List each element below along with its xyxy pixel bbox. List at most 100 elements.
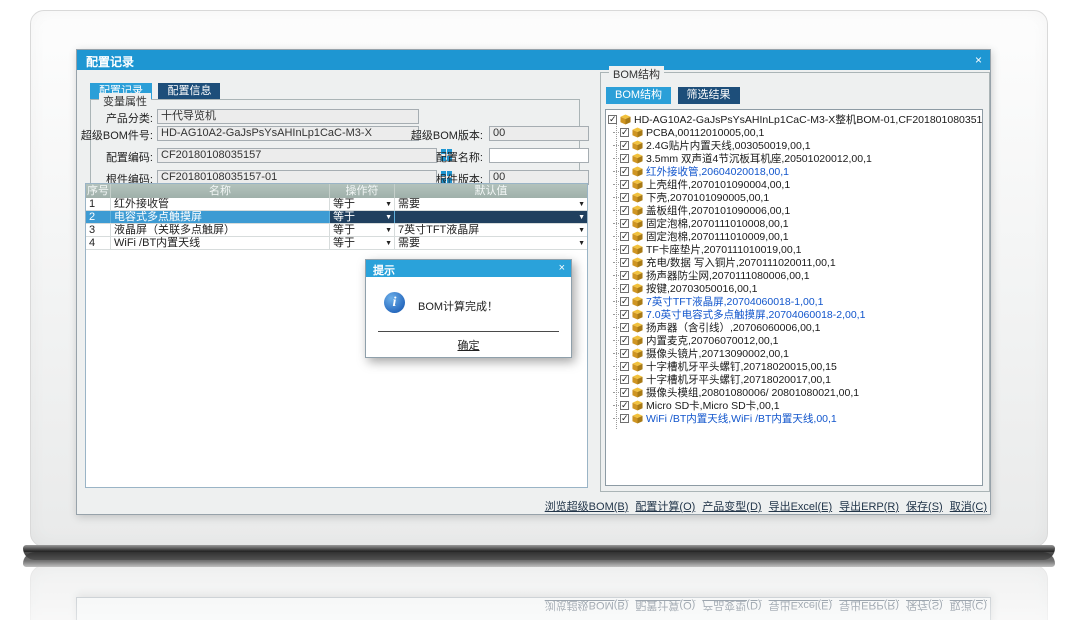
default-value-dropdown[interactable]: ▼ <box>395 211 587 223</box>
operator-dropdown[interactable]: 等于▼ <box>330 211 395 223</box>
super-bom-version-field[interactable]: 00 <box>489 126 589 141</box>
tree-item[interactable]: 上壳组件,2070101090004,00,1 <box>606 178 982 191</box>
tree-item[interactable]: 扬声器防尘网,2070111080006,00,1 <box>606 269 982 282</box>
tree-item-label[interactable]: Micro SD卡,Micro SD卡,00,1 <box>646 399 780 412</box>
checkbox-checked-icon[interactable] <box>620 375 629 384</box>
tree-item-label[interactable]: 盖板组件,2070101090006,00,1 <box>646 204 790 217</box>
chevron-down-icon[interactable]: ▼ <box>385 211 392 223</box>
tree-item[interactable]: 扬声器（含引线）,20706060006,00,1 <box>606 321 982 334</box>
tree-item[interactable]: HD-AG10A2-GaJsPsYsAHInLp1CaC-M3-X整机BOM-0… <box>606 113 982 126</box>
tree-item-label[interactable]: 按键,20703050016,00,1 <box>646 282 758 295</box>
footer-link[interactable]: 产品变型(D) <box>702 501 761 513</box>
tree-item-label[interactable]: 内置麦克,20706070012,00,1 <box>646 334 779 347</box>
tree-item[interactable]: 红外接收管,20604020018,00,1 <box>606 165 982 178</box>
checkbox-checked-icon[interactable] <box>620 206 629 215</box>
checkbox-checked-icon[interactable] <box>620 154 629 163</box>
tree-item[interactable]: 盖板组件,2070101090006,00,1 <box>606 204 982 217</box>
checkbox-checked-icon[interactable] <box>620 310 629 319</box>
chevron-down-icon[interactable]: ▼ <box>578 198 585 210</box>
checkbox-checked-icon[interactable] <box>620 323 629 332</box>
window-close-icon[interactable]: × <box>975 53 982 67</box>
tree-item-label[interactable]: 固定泡棉,2070111010008,00,1 <box>646 217 789 230</box>
checkbox-checked-icon[interactable] <box>620 232 629 241</box>
footer-link[interactable]: 取消(C) <box>950 501 987 513</box>
table-row[interactable]: 3 液晶屏（关联多点触屏） 等于▼ 7英寸TFT液晶屏▼ <box>86 224 587 237</box>
tree-item-label[interactable]: WiFi /BT内置天线,WiFi /BT内置天线,00,1 <box>646 412 837 425</box>
tree-item[interactable]: 固定泡棉,2070111010009,00,1 <box>606 230 982 243</box>
super-bom-field[interactable]: HD-AG10A2-GaJsPsYsAHInLp1CaC-M3-X <box>157 126 419 141</box>
tree-item-label[interactable]: 3.5mm 双声道4节沉板耳机座,20501020012,00,1 <box>646 152 872 165</box>
table-row[interactable]: 4 WiFi /BT内置天线 等于▼ 需要▼ <box>86 237 587 250</box>
checkbox-checked-icon[interactable] <box>620 297 629 306</box>
checkbox-checked-icon[interactable] <box>620 284 629 293</box>
tab-filter-result[interactable]: 筛选结果 <box>678 87 740 104</box>
checkbox-checked-icon[interactable] <box>620 245 629 254</box>
tree-item[interactable]: 摄像头模组,20801080006/ 20801080021,00,1 <box>606 386 982 399</box>
tree-item[interactable]: WiFi /BT内置天线,WiFi /BT内置天线,00,1 <box>606 412 982 425</box>
tree-item[interactable]: PCBA,00112010005,00,1 <box>606 126 982 139</box>
tree-item-label[interactable]: 下壳,2070101090005,00,1 <box>646 191 769 204</box>
chevron-down-icon[interactable]: ▼ <box>578 224 585 236</box>
tree-item[interactable]: 内置麦克,20706070012,00,1 <box>606 334 982 347</box>
tree-item-label[interactable]: 十字槽机牙平头螺钉,20718020017,00,1 <box>646 373 831 386</box>
tree-item[interactable]: 按键,20703050016,00,1 <box>606 282 982 295</box>
footer-link[interactable]: 浏览超级BOM(B) <box>545 501 629 513</box>
tree-item-label[interactable]: HD-AG10A2-GaJsPsYsAHInLp1CaC-M3-X整机BOM-0… <box>634 113 982 126</box>
checkbox-checked-icon[interactable] <box>620 401 629 410</box>
footer-link[interactable]: 保存(S) <box>906 501 943 513</box>
tree-item-label[interactable]: 扬声器（含引线）,20706060006,00,1 <box>646 321 821 334</box>
checkbox-checked-icon[interactable] <box>620 336 629 345</box>
checkbox-checked-icon[interactable] <box>608 115 617 124</box>
checkbox-checked-icon[interactable] <box>620 128 629 137</box>
chevron-down-icon[interactable]: ▼ <box>385 237 392 249</box>
chevron-down-icon[interactable]: ▼ <box>578 237 585 249</box>
ok-button[interactable]: 确定 <box>366 337 571 353</box>
tree-item-label[interactable]: 摄像头模组,20801080006/ 20801080021,00,1 <box>646 386 859 399</box>
tree-item-label[interactable]: 上壳组件,2070101090004,00,1 <box>646 178 790 191</box>
tree-item[interactable]: 下壳,2070101090005,00,1 <box>606 191 982 204</box>
checkbox-checked-icon[interactable] <box>620 193 629 202</box>
tree-item-label[interactable]: 2.4G贴片内置天线,003050019,00,1 <box>646 139 811 152</box>
config-name-input[interactable] <box>489 148 589 163</box>
tree-item-label[interactable]: 充电/数据 写入铜片,2070111020011,00,1 <box>646 256 836 269</box>
operator-dropdown[interactable]: 等于▼ <box>330 198 395 210</box>
chevron-down-icon[interactable]: ▼ <box>385 224 392 236</box>
tree-item[interactable]: 3.5mm 双声道4节沉板耳机座,20501020012,00,1 <box>606 152 982 165</box>
tree-item-label[interactable]: 扬声器防尘网,2070111080006,00,1 <box>646 269 810 282</box>
tree-item[interactable]: 2.4G贴片内置天线,003050019,00,1 <box>606 139 982 152</box>
default-value-dropdown[interactable]: 7英寸TFT液晶屏▼ <box>395 224 587 236</box>
table-row[interactable]: 1 红外接收管 等于▼ 需要▼ <box>86 198 587 211</box>
tree-item-label[interactable]: 7.0英寸电容式多点触摸屏,20704060018-2,00,1 <box>646 308 865 321</box>
tree-item[interactable]: 7.0英寸电容式多点触摸屏,20704060018-2,00,1 <box>606 308 982 321</box>
tree-item-label[interactable]: 摄像头镜片,20713090002,00,1 <box>646 347 789 360</box>
checkbox-checked-icon[interactable] <box>620 180 629 189</box>
footer-link[interactable]: 导出Excel(E) <box>769 501 833 513</box>
chevron-down-icon[interactable]: ▼ <box>578 211 585 223</box>
tab-config-info[interactable]: 配置信息 <box>158 83 220 100</box>
tree-item[interactable]: 充电/数据 写入铜片,2070111020011,00,1 <box>606 256 982 269</box>
default-value-dropdown[interactable]: 需要▼ <box>395 198 587 210</box>
checkbox-checked-icon[interactable] <box>620 362 629 371</box>
checkbox-checked-icon[interactable] <box>620 388 629 397</box>
tree-item-label[interactable]: TF卡座垫片,2070111010019,00,1 <box>646 243 801 256</box>
table-row[interactable]: 2 电容式多点触摸屏 等于▼ ▼ <box>86 211 587 224</box>
tree-item[interactable]: 摄像头镜片,20713090002,00,1 <box>606 347 982 360</box>
tree-item[interactable]: 十字槽机牙平头螺钉,20718020017,00,1 <box>606 373 982 386</box>
operator-dropdown[interactable]: 等于▼ <box>330 237 395 249</box>
checkbox-checked-icon[interactable] <box>620 349 629 358</box>
dialog-close-icon[interactable]: × <box>559 262 565 274</box>
operator-dropdown[interactable]: 等于▼ <box>330 224 395 236</box>
config-code-field[interactable]: CF20180108035157 <box>157 148 437 163</box>
tree-item[interactable]: TF卡座垫片,2070111010019,00,1 <box>606 243 982 256</box>
tree-item[interactable]: 固定泡棉,2070111010008,00,1 <box>606 217 982 230</box>
tree-item-label[interactable]: 固定泡棉,2070111010009,00,1 <box>646 230 789 243</box>
tab-bom-structure[interactable]: BOM结构 <box>606 87 671 104</box>
tree-item[interactable]: 十字槽机牙平头螺钉,20718020015,00,15 <box>606 360 982 373</box>
tree-item[interactable]: Micro SD卡,Micro SD卡,00,1 <box>606 399 982 412</box>
tree-item-label[interactable]: PCBA,00112010005,00,1 <box>646 127 764 139</box>
tree-item-label[interactable]: 7英寸TFT液晶屏,20704060018-1,00,1 <box>646 295 823 308</box>
product-category-field[interactable]: 十代导览机 <box>157 109 419 124</box>
checkbox-checked-icon[interactable] <box>620 141 629 150</box>
checkbox-checked-icon[interactable] <box>620 271 629 280</box>
footer-link[interactable]: 导出ERP(R) <box>839 501 899 513</box>
